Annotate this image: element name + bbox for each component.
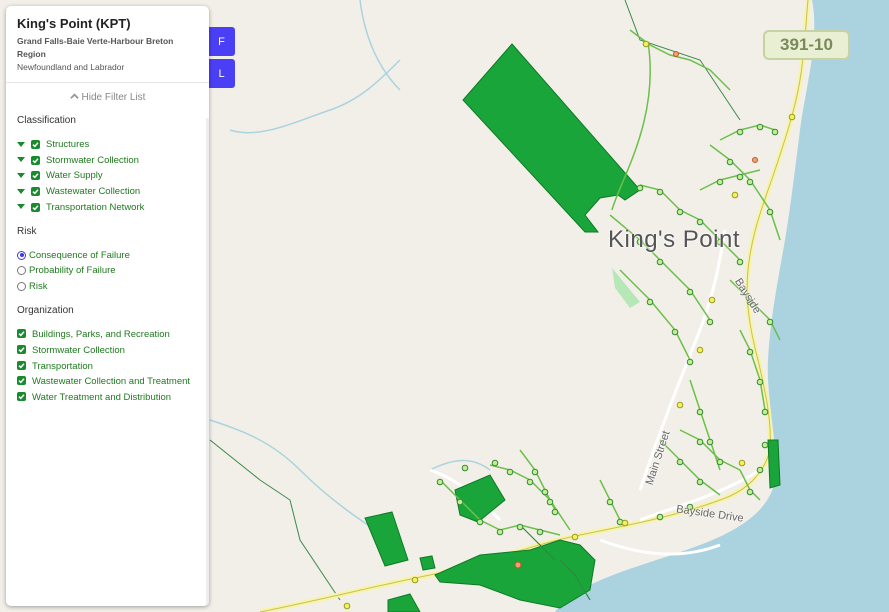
place-label: King's Point — [608, 226, 740, 253]
checkbox-icon[interactable] — [31, 171, 40, 181]
caret-down-icon[interactable] — [17, 169, 25, 182]
organization-title: Organization — [17, 305, 74, 317]
page-title: King's Point (KPT) — [17, 16, 131, 31]
caret-down-icon[interactable] — [17, 201, 25, 214]
classification-item[interactable]: Transportation Network — [17, 201, 198, 214]
panel-header: King's Point (KPT) Grand Falls-Baie Vert… — [6, 6, 209, 83]
organization-item[interactable]: Water Treatment and Distribution — [17, 391, 198, 404]
risk-option-label: Risk — [29, 281, 48, 293]
organization-item[interactable]: Buildings, Parks, and Recreation — [17, 328, 198, 341]
caret-down-icon[interactable] — [17, 185, 25, 198]
hide-filter-label: Hide Filter List — [81, 92, 146, 103]
radio-selected-icon[interactable] — [17, 250, 26, 260]
l-button[interactable]: L — [208, 59, 235, 88]
risk-option-label: Probability of Failure — [29, 265, 116, 277]
classification-section: Classification Structures Stormwater Col… — [6, 115, 209, 214]
organization-item[interactable]: Stormwater Collection — [17, 344, 198, 357]
risk-section: Risk Consequence of Failure Probability … — [6, 226, 209, 293]
organization-item-label: Water Treatment and Distribution — [32, 391, 172, 403]
checkbox-icon[interactable] — [31, 202, 40, 212]
scrollbar[interactable] — [206, 118, 209, 606]
risk-option[interactable]: Consequence of Failure — [17, 249, 198, 262]
classification-item-label: Stormwater Collection — [46, 154, 139, 166]
classification-item[interactable]: Wastewater Collection — [17, 185, 198, 198]
checkbox-icon[interactable] — [17, 344, 26, 354]
province-label: Newfoundland and Labrador — [17, 62, 125, 72]
organization-item-label: Buildings, Parks, and Recreation — [32, 329, 170, 341]
classification-item-label: Water Supply — [46, 170, 103, 182]
classification-item[interactable]: Structures — [17, 138, 198, 151]
classification-item[interactable]: Water Supply — [17, 169, 198, 182]
hide-filter-button[interactable]: Hide Filter List — [6, 92, 209, 103]
checkbox-icon[interactable] — [31, 155, 40, 165]
classification-title: Classification — [17, 115, 76, 126]
checkbox-icon[interactable] — [17, 391, 26, 401]
risk-option[interactable]: Risk — [17, 280, 198, 293]
radio-icon[interactable] — [17, 266, 26, 276]
filter-panel: King's Point (KPT) Grand Falls-Baie Vert… — [6, 6, 209, 606]
organization-item-label: Wastewater Collection and Treatment — [32, 376, 191, 388]
classification-item-label: Wastewater Collection — [46, 186, 141, 198]
caret-down-icon[interactable] — [17, 154, 25, 167]
classification-item-label: Transportation Network — [46, 201, 145, 213]
organization-item[interactable]: Wastewater Collection and Treatment — [17, 375, 198, 388]
risk-title: Risk — [17, 225, 37, 237]
checkbox-icon[interactable] — [17, 376, 26, 386]
caret-down-icon[interactable] — [17, 138, 25, 151]
checkbox-icon[interactable] — [31, 140, 40, 149]
radio-icon[interactable] — [17, 282, 26, 292]
f-button[interactable]: F — [208, 27, 235, 56]
classification-item[interactable]: Stormwater Collection — [17, 154, 198, 167]
checkbox-icon[interactable] — [17, 329, 26, 339]
chevron-up-icon — [69, 92, 79, 101]
risk-option-label: Consequence of Failure — [29, 249, 130, 261]
organization-item[interactable]: Transportation — [17, 360, 198, 373]
region-label: Grand Falls-Baie Verte-Harbour Breton Re… — [17, 36, 174, 59]
checkbox-icon[interactable] — [31, 187, 40, 197]
organization-item-label: Stormwater Collection — [32, 344, 125, 356]
organization-item-label: Transportation — [32, 360, 93, 372]
organization-section: Organization Buildings, Parks, and Recre… — [6, 305, 209, 404]
classification-item-label: Structures — [46, 139, 90, 150]
risk-option[interactable]: Probability of Failure — [17, 264, 198, 277]
route-shield: 391-10 — [763, 30, 850, 60]
checkbox-icon[interactable] — [17, 360, 26, 370]
